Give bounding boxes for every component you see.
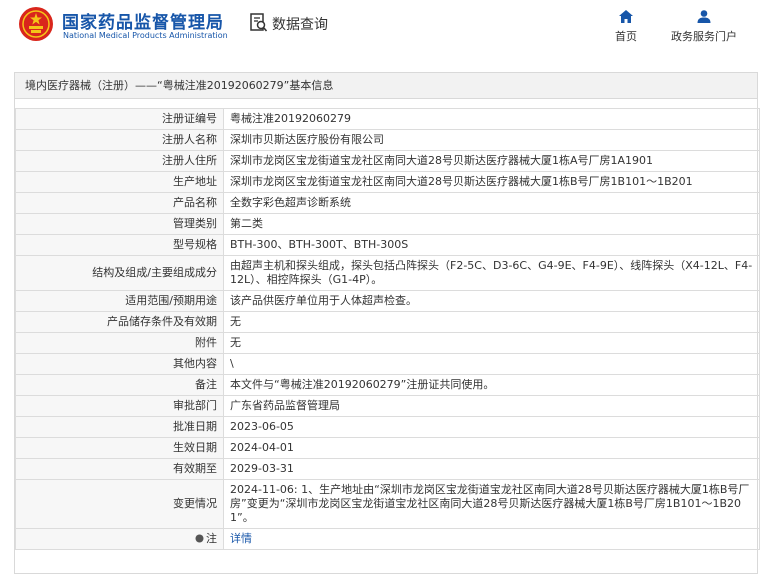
site-subtitle: National Medical Products Administration — [63, 31, 228, 40]
data-query-title: 数据查询 — [272, 17, 328, 33]
table-row: 生效日期 2024-04-01 — [15, 437, 760, 459]
table-row: 注册人住所 深圳市龙岗区宝龙街道宝龙社区南同大道28号贝斯达医疗器械大厦1栋A号厂… — [15, 150, 760, 172]
note-label-cell: 注 — [15, 528, 224, 550]
document-search-icon — [250, 13, 268, 32]
field-value: 2023-06-05 — [223, 416, 760, 438]
field-value: 该产品供医疗单位用于人体超声检查。 — [223, 290, 760, 312]
table-row: 附件无 — [15, 332, 760, 354]
table-row: 备注 本文件与“粤械注准20192060279”注册证共同使用。 — [15, 374, 760, 396]
field-value: 全数字彩色超声诊断系统 — [223, 192, 760, 214]
field-value: 深圳市龙岗区宝龙街道宝龙社区南同大道28号贝斯达医疗器械大厦1栋B号厂房1B10… — [223, 171, 760, 193]
site-title: 国家药品监督管理局 — [62, 13, 224, 33]
field-label: 适用范围/预期用途 — [15, 290, 224, 312]
field-label: 型号规格 — [15, 234, 224, 256]
field-value: 本文件与“粤械注准20192060279”注册证共同使用。 — [223, 374, 760, 396]
table-row: 产品储存条件及有效期无 — [15, 311, 760, 333]
field-value: 无 — [223, 332, 760, 354]
field-label: 批准日期 — [15, 416, 224, 438]
field-value: BTH-300、BTH-300T、BTH-300S — [223, 234, 760, 256]
details-link[interactable]: 详情 — [230, 532, 252, 545]
field-label: 结构及组成/主要组成成分 — [15, 255, 224, 291]
site-header: 国家药品监督管理局 National Medical Products Admi… — [0, 0, 772, 62]
table-row: 生产地址 深圳市龙岗区宝龙街道宝龙社区南同大道28号贝斯达医疗器械大厦1栋B号厂房… — [15, 171, 760, 193]
field-value: 2024-04-01 — [223, 437, 760, 459]
field-value: 由超声主机和探头组成，探头包括凸阵探头（F2-5C、D3-6C、G4-9E、F4… — [223, 255, 760, 291]
table-row: 有效期至 2029-03-31 — [15, 458, 760, 480]
field-label: 注册人住所 — [15, 150, 224, 172]
field-value: 深圳市贝斯达医疗股份有限公司 — [223, 129, 760, 151]
table-row: 结构及组成/主要组成成分 由超声主机和探头组成，探头包括凸阵探头（F2-5C、D3… — [15, 255, 760, 291]
field-label: 管理类别 — [15, 213, 224, 235]
table-row: 审批部门 广东省药品监督管理局 — [15, 395, 760, 417]
user-icon — [697, 10, 711, 23]
field-value: 第二类 — [223, 213, 760, 235]
field-value: 2024-11-06: 1、生产地址由“深圳市龙岗区宝龙街道宝龙社区南同大道28… — [223, 479, 760, 529]
table-row-note: 注详情 — [15, 528, 760, 550]
detail-panel: 境内医疗器械（注册）——“粤械注准20192060279”基本信息 注册证编号粤… — [14, 72, 760, 574]
table-row: 型号规格 BTH-300、BTH-300T、BTH-300S — [15, 234, 760, 256]
field-value: 无 — [223, 311, 760, 333]
field-label: 产品储存条件及有效期 — [15, 311, 224, 333]
table-row: 管理类别 第二类 — [15, 213, 760, 235]
national-emblem-icon — [19, 7, 53, 41]
field-value: 广东省药品监督管理局 — [223, 395, 760, 417]
field-value: 粤械注准20192060279 — [223, 108, 760, 130]
home-icon — [619, 10, 633, 23]
panel-title: 境内医疗器械（注册）——“粤械注准20192060279”基本信息 — [15, 73, 757, 99]
nav-home-button[interactable]: 首页 — [608, 10, 644, 44]
info-dot-icon — [195, 534, 204, 543]
table-row: 产品名称 全数字彩色超声诊断系统 — [15, 192, 760, 214]
field-label: 备注 — [15, 374, 224, 396]
table-row: 注册人名称 深圳市贝斯达医疗股份有限公司 — [15, 129, 760, 151]
field-label: 生效日期 — [15, 437, 224, 459]
field-label: 注册证编号 — [15, 108, 224, 130]
note-label: 注 — [206, 532, 217, 545]
device-info-table: 注册证编号 粤械注准20192060279 注册人名称 深圳市贝斯达医疗股份有限公司注… — [15, 108, 760, 550]
field-label: 变更情况 — [15, 479, 224, 529]
field-label: 注册人名称 — [15, 129, 224, 151]
table-row: 变更情况 2024-11-06: 1、生产地址由“深圳市龙岗区宝龙街道宝龙社区南同… — [15, 479, 760, 529]
field-value: \ — [223, 353, 760, 375]
table-row: 其他内容 \ — [15, 353, 760, 375]
table-row: 注册证编号 粤械注准20192060279 — [15, 108, 760, 130]
field-label: 其他内容 — [15, 353, 224, 375]
field-label: 生产地址 — [15, 171, 224, 193]
nav-home-label: 首页 — [615, 30, 637, 43]
table-row: 批准日期 2023-06-05 — [15, 416, 760, 438]
nav-service-portal-button[interactable]: 政务服务门户 — [664, 10, 744, 44]
field-label: 产品名称 — [15, 192, 224, 214]
note-value-cell: 详情 — [223, 528, 760, 550]
field-value: 深圳市龙岗区宝龙街道宝龙社区南同大道28号贝斯达医疗器械大厦1栋A号厂房1A19… — [223, 150, 760, 172]
nav-service-portal-label: 政务服务门户 — [671, 30, 737, 43]
field-label: 附件 — [15, 332, 224, 354]
field-value: 2029-03-31 — [223, 458, 760, 480]
field-label: 审批部门 — [15, 395, 224, 417]
field-label: 有效期至 — [15, 458, 224, 480]
table-row: 适用范围/预期用途 该产品供医疗单位用于人体超声检查。 — [15, 290, 760, 312]
